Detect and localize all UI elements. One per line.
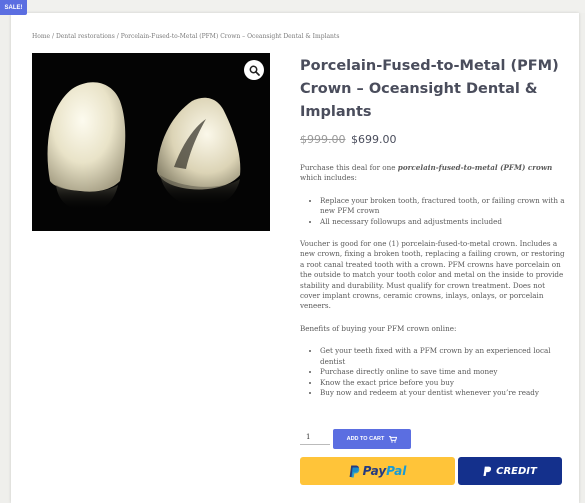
paypal-word-pal: Pal <box>386 464 407 478</box>
intro-text-end: which includes: <box>300 173 357 183</box>
paypal-logo-icon <box>349 465 359 477</box>
paypal-word-pay: Pay <box>362 464 387 478</box>
benefits-heading: Benefits of buying your PFM crown online… <box>300 323 457 333</box>
sale-price: $699.00 <box>351 133 397 146</box>
credit-label: CREDIT <box>496 465 537 477</box>
add-to-cart-label: ADD TO CART <box>346 436 385 442</box>
voucher-paragraph: Voucher is good for one (1) porcelain-fu… <box>300 239 565 311</box>
breadcrumb-category-link[interactable]: Dental restorations <box>56 33 115 40</box>
product-title: Porcelain-Fused-to-Metal (PFM) Crown – O… <box>300 58 559 120</box>
cart-icon <box>389 435 398 443</box>
magnifier-zoom-icon <box>249 65 260 76</box>
includes-list: Replace your broken tooth, fractured too… <box>300 196 565 227</box>
intro-text: Purchase this deal for one <box>300 163 398 172</box>
quantity-input[interactable] <box>300 430 330 445</box>
paypal-p-icon <box>483 466 492 476</box>
product-image[interactable] <box>32 53 270 231</box>
breadcrumb: Home / Dental restorations / Porcelain-F… <box>32 33 339 40</box>
add-to-cart-button[interactable]: ADD TO CART <box>333 429 411 449</box>
description-intro: Purchase this deal for one porcelain-fus… <box>300 163 565 184</box>
top-band <box>0 0 585 13</box>
breadcrumb-home-link[interactable]: Home <box>32 33 50 40</box>
list-item: Replace your broken tooth, fractured too… <box>320 196 565 217</box>
list-item: Know the exact price before you buy <box>320 378 565 388</box>
list-item: All necessary followups and adjustments … <box>320 217 565 227</box>
product-page: Home / Dental restorations / Porcelain-F… <box>11 13 579 503</box>
list-item: Purchase directly online to save time an… <box>320 367 565 377</box>
product-price: $999.00 $699.00 <box>300 133 397 146</box>
paypal-credit-button[interactable]: CREDIT <box>458 457 562 485</box>
original-price: $999.00 <box>300 133 346 146</box>
crown-photo <box>47 82 241 212</box>
benefits-list: Get your teeth fixed with a PFM crown by… <box>300 346 565 398</box>
list-item: Buy now and redeem at your dentist whene… <box>320 388 565 398</box>
product-description: Purchase this deal for one porcelain-fus… <box>300 163 565 398</box>
intro-emphasis: porcelain-fused-to-metal (PFM) crown <box>397 163 553 172</box>
paypal-button[interactable]: Pay Pal <box>300 457 455 485</box>
sale-badge: SALE! <box>0 0 27 15</box>
zoom-button[interactable] <box>244 60 264 80</box>
breadcrumb-current: Porcelain-Fused-to-Metal (PFM) Crown – O… <box>120 33 340 40</box>
list-item: Get your teeth fixed with a PFM crown by… <box>320 346 565 367</box>
